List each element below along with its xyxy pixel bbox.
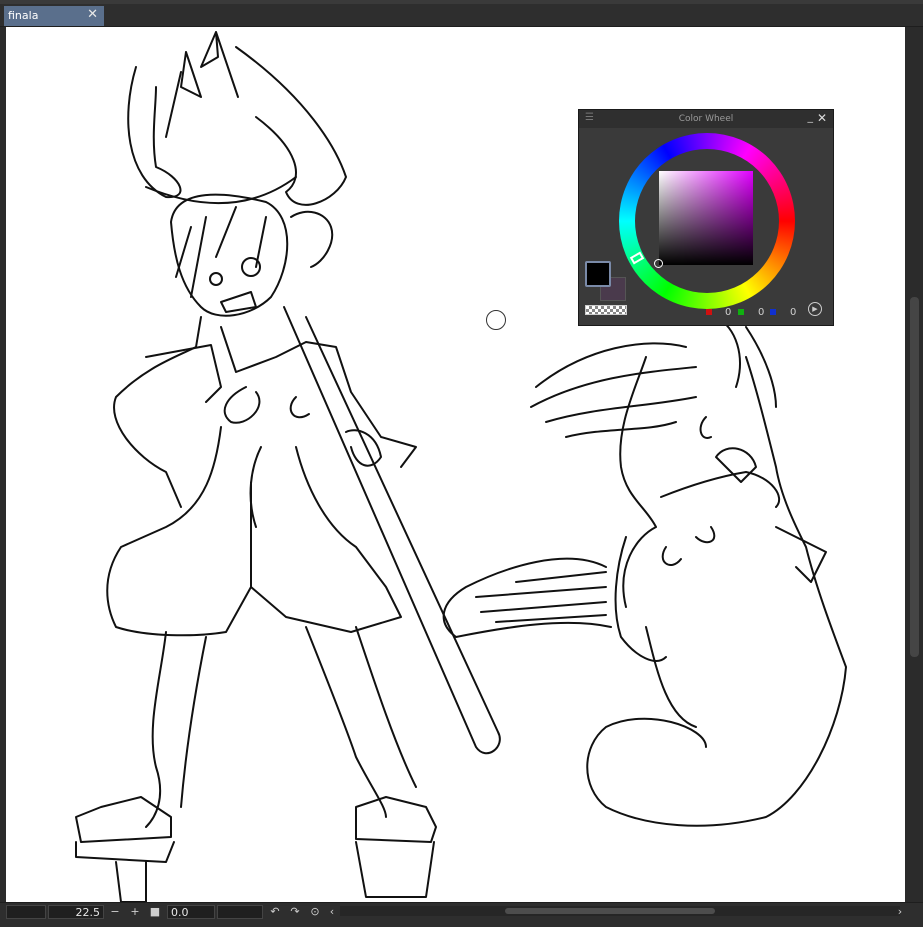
panel-title: Color Wheel: [678, 114, 734, 124]
saturation-value-square[interactable]: [659, 171, 753, 265]
rotate-right-icon[interactable]: ↷: [288, 905, 302, 919]
zoom-out-icon[interactable]: −: [108, 905, 122, 919]
minimize-icon[interactable]: _: [808, 110, 814, 123]
navigator-slider[interactable]: [6, 905, 46, 919]
scroll-right-icon[interactable]: ›: [893, 905, 907, 919]
close-icon[interactable]: ✕: [87, 7, 98, 22]
play-icon[interactable]: ▶: [808, 302, 822, 316]
red-channel-icon: [706, 309, 712, 315]
reset-rotation-icon[interactable]: ⊙: [308, 905, 322, 919]
tab-label: finala: [8, 9, 39, 22]
green-channel-icon: [738, 309, 744, 315]
zoom-field[interactable]: 22.5: [48, 905, 104, 919]
rotate-left-icon[interactable]: ↶: [268, 905, 282, 919]
document-tabbar: finala ✕: [0, 4, 923, 27]
green-value: 0: [758, 307, 765, 318]
rotation-slider[interactable]: [217, 905, 263, 919]
foreground-color-swatch[interactable]: [585, 261, 611, 287]
sv-marker[interactable]: [654, 259, 663, 268]
hscroll-thumb[interactable]: [505, 908, 715, 914]
panel-titlebar[interactable]: ☰ Color Wheel _ ✕: [579, 110, 833, 128]
zoom-in-icon[interactable]: +: [128, 905, 142, 919]
tab-finala[interactable]: finala ✕: [4, 6, 104, 26]
scroll-thumb[interactable]: [910, 297, 919, 657]
stop-icon[interactable]: ■: [148, 905, 162, 919]
blue-channel-icon: [770, 309, 776, 315]
status-bar: 22.5 − + ■ 0.0 ↶ ↷ ⊙ ‹ ›: [0, 902, 923, 927]
scroll-left-icon[interactable]: ‹: [325, 905, 339, 919]
close-icon[interactable]: ✕: [817, 111, 827, 125]
transparent-color-swatch[interactable]: [585, 305, 627, 315]
vertical-scrollbar[interactable]: [907, 27, 923, 902]
color-wheel-panel: ☰ Color Wheel _ ✕ 0 0 0 ▶: [578, 109, 834, 326]
horizontal-scrollbar[interactable]: [340, 906, 900, 916]
brush-cursor: [486, 310, 506, 330]
red-value: 0: [725, 307, 732, 318]
rotation-field[interactable]: 0.0: [167, 905, 215, 919]
blue-value: 0: [790, 307, 797, 318]
